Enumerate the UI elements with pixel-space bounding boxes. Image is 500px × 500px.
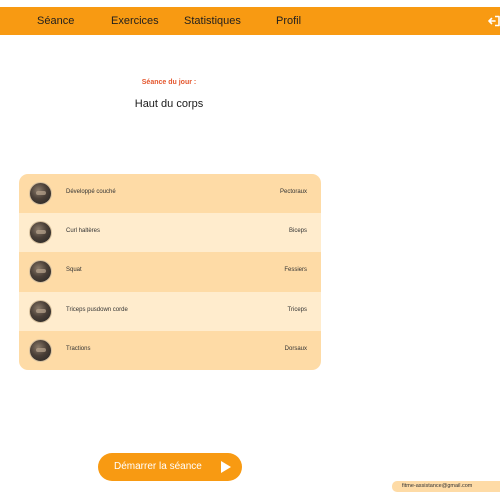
exercise-row[interactable]: Curl haltères Biceps — [19, 213, 321, 253]
logout-arrow-icon[interactable] — [488, 15, 500, 27]
session-title: Haut du corps — [134, 98, 204, 110]
nav-item-exercices[interactable]: Exercices — [111, 14, 159, 28]
exercise-muscle: Biceps — [288, 228, 307, 235]
exercise-row[interactable]: Tractions Dorsaux — [19, 330, 321, 370]
exercise-row[interactable]: Développé couché Pectoraux — [19, 174, 321, 214]
nav-item-seance[interactable]: Séance — [37, 14, 74, 28]
exercise-thumbnail — [29, 299, 52, 323]
session-day-label: Séance du jour : — [141, 79, 197, 86]
exercise-row[interactable]: Squat Fessiers — [19, 252, 321, 292]
exercise-muscle: Dorsaux — [284, 345, 307, 352]
start-session-label: Démarrer la séance — [114, 461, 202, 472]
page: Séance Exercices Statistiques Profil Séa… — [0, 0, 500, 500]
exercise-name: Curl haltères — [66, 228, 101, 235]
start-session-button[interactable]: Démarrer la séance — [98, 453, 242, 481]
exercise-name: Tractions — [66, 345, 91, 352]
exercise-muscle: Fessiers — [284, 267, 307, 274]
exercise-thumbnail — [29, 182, 52, 205]
contact-email-badge: fitme-assistance@gmail.com — [392, 481, 500, 492]
exercise-name: Squat — [66, 267, 82, 274]
exercise-name: Triceps pusdown corde — [66, 306, 128, 313]
exercise-thumbnail — [29, 221, 52, 245]
nav-item-statistiques[interactable]: Statistiques — [184, 14, 241, 28]
exercise-thumbnail — [29, 260, 52, 284]
exercise-name: Développé couché — [66, 189, 116, 195]
exercise-thumbnail — [29, 338, 52, 362]
play-icon — [221, 461, 231, 473]
exercise-list: Développé couché Pectoraux Curl haltères… — [19, 174, 321, 370]
exercise-muscle: Pectoraux — [279, 189, 307, 195]
exercise-row[interactable]: Triceps pusdown corde Triceps — [19, 291, 321, 331]
exercise-muscle: Triceps — [287, 306, 307, 313]
nav-item-profil[interactable]: Profil — [276, 14, 301, 28]
top-nav-bar: Séance Exercices Statistiques Profil — [0, 7, 500, 35]
contact-email[interactable]: fitme-assistance@gmail.com — [402, 483, 472, 489]
